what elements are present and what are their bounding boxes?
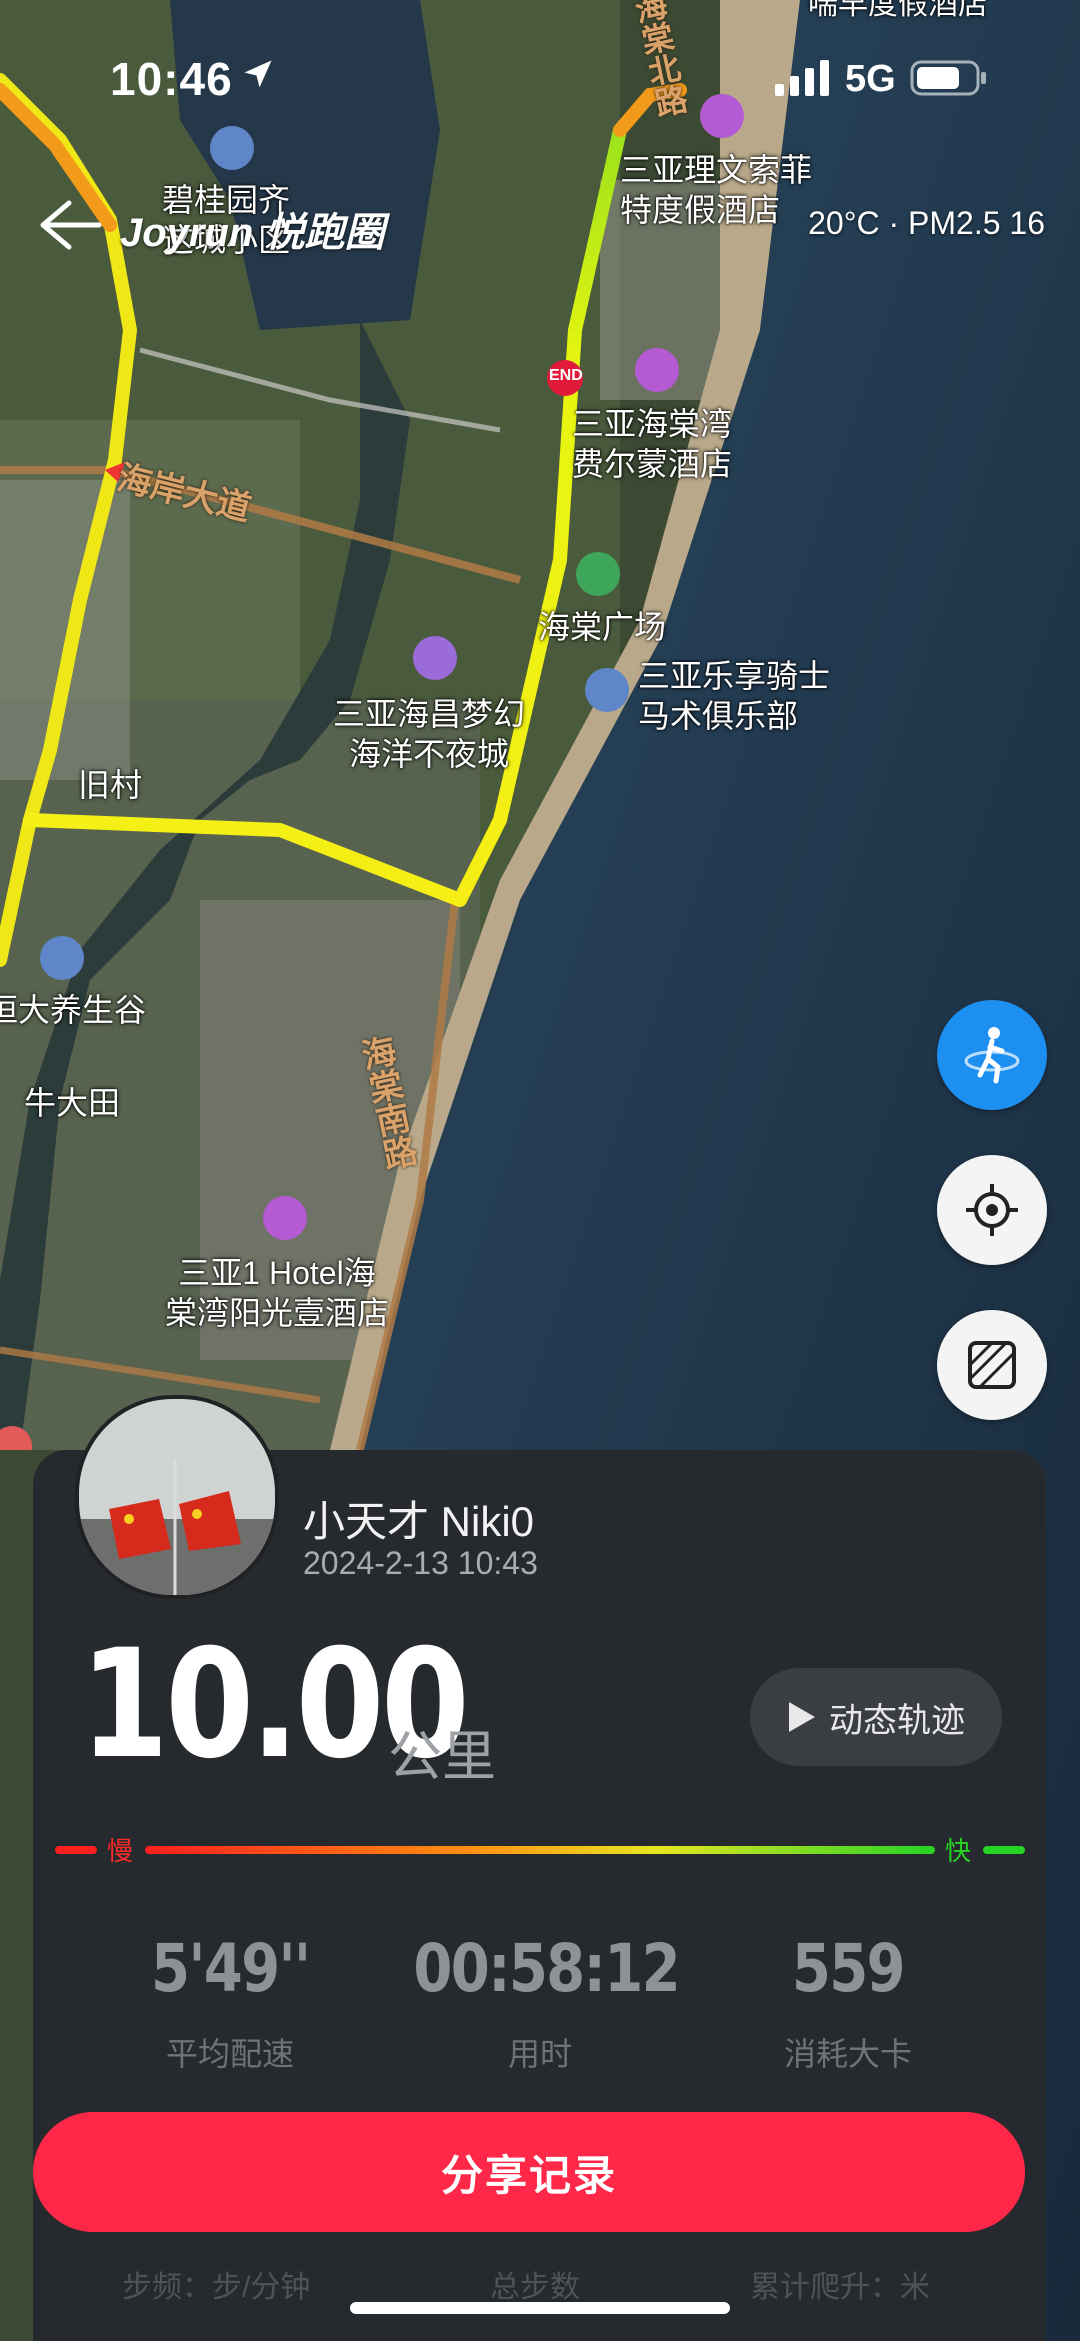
- running-mode-button[interactable]: [937, 1000, 1047, 1110]
- back-arrow-icon[interactable]: [35, 195, 105, 255]
- stat-value: 00:58:12: [413, 1930, 680, 2007]
- park-marker-icon: [576, 552, 620, 596]
- stat-value: 559: [791, 1930, 906, 2007]
- end-marker-label: END: [549, 367, 583, 384]
- stat-calories: 559 消耗大卡: [698, 1930, 998, 2075]
- stat-duration: 00:58:12 用时: [390, 1930, 690, 2075]
- elevation-label: 累计爬升：米: [750, 2271, 930, 2304]
- status-time: 10:46: [110, 53, 233, 105]
- stat-value: 5'49'': [150, 1930, 311, 2007]
- app-brand: Joyrun 悦跑圈: [120, 211, 385, 255]
- map-label-poi: 三亚乐享骑士 马术俱乐部: [638, 658, 831, 734]
- attraction-marker-icon: [413, 636, 457, 680]
- hotel-marker-icon: [263, 1196, 307, 1240]
- signal-icon: [775, 60, 829, 96]
- map-label-poi: 三亚海棠湾 费尔蒙酒店: [572, 406, 733, 482]
- weather-info: 20°C · PM2.5 16: [808, 205, 1045, 241]
- battery-icon: [910, 60, 986, 96]
- home-indicator[interactable]: [350, 2302, 730, 2314]
- replay-track-button[interactable]: 动态轨迹: [750, 1668, 1002, 1766]
- share-record-button[interactable]: 分享记录: [33, 2112, 1025, 2232]
- play-icon: [789, 1702, 815, 1732]
- map-layer-icon: [968, 1341, 1016, 1389]
- record-datetime: 2024-2-13 10:43: [303, 1545, 538, 1581]
- hotel-marker-icon: [635, 348, 679, 392]
- slow-label: 慢: [107, 1836, 133, 1866]
- total-steps-label: 总步数: [490, 2271, 580, 2304]
- distance-unit: 公里: [388, 1727, 496, 1787]
- map-label-poi: 旧村: [78, 767, 143, 803]
- stat-label: 消耗大卡: [783, 2036, 912, 2072]
- map-label-poi: 海棠广场: [538, 609, 667, 645]
- stat-label: 平均配速: [165, 2036, 294, 2072]
- username: 小天才 Niki0: [303, 1498, 535, 1545]
- place-marker-icon: [40, 936, 84, 980]
- cadence-label: 步频：步/分钟: [122, 2271, 311, 2304]
- map-label-poi: 三亚海昌梦幻 海洋不夜城: [333, 696, 526, 772]
- map-label-poi: 恒大养生谷: [0, 992, 147, 1028]
- status-bar: 10:46 5G: [0, 0, 1080, 150]
- fast-label: 快: [945, 1836, 971, 1866]
- location-arrow-icon: [244, 60, 272, 88]
- map-label-poi: 三亚1 Hotel海 棠湾阳光壹酒店: [165, 1255, 390, 1331]
- stat-avg-pace: 5'49'' 平均配速: [80, 1930, 380, 2075]
- stat-label: 用时: [507, 2036, 572, 2072]
- map-label-poi: 三亚理文索菲 特度假酒店: [620, 152, 813, 228]
- replay-track-label: 动态轨迹: [829, 1701, 965, 1740]
- map-layer-button[interactable]: [937, 1310, 1047, 1420]
- locate-button[interactable]: [937, 1155, 1047, 1265]
- place-marker-icon: [585, 668, 629, 712]
- avatar-image: [79, 1399, 275, 1595]
- avatar[interactable]: [75, 1395, 279, 1599]
- hospital-marker-icon: [0, 1426, 32, 1450]
- map-label-poi: 牛大田: [24, 1085, 121, 1121]
- runner-icon: [964, 1027, 1020, 1084]
- crosshair-icon: [966, 1184, 1018, 1236]
- pace-gradient-bar: 慢 快: [55, 1836, 1025, 1866]
- network-type: 5G: [845, 58, 896, 100]
